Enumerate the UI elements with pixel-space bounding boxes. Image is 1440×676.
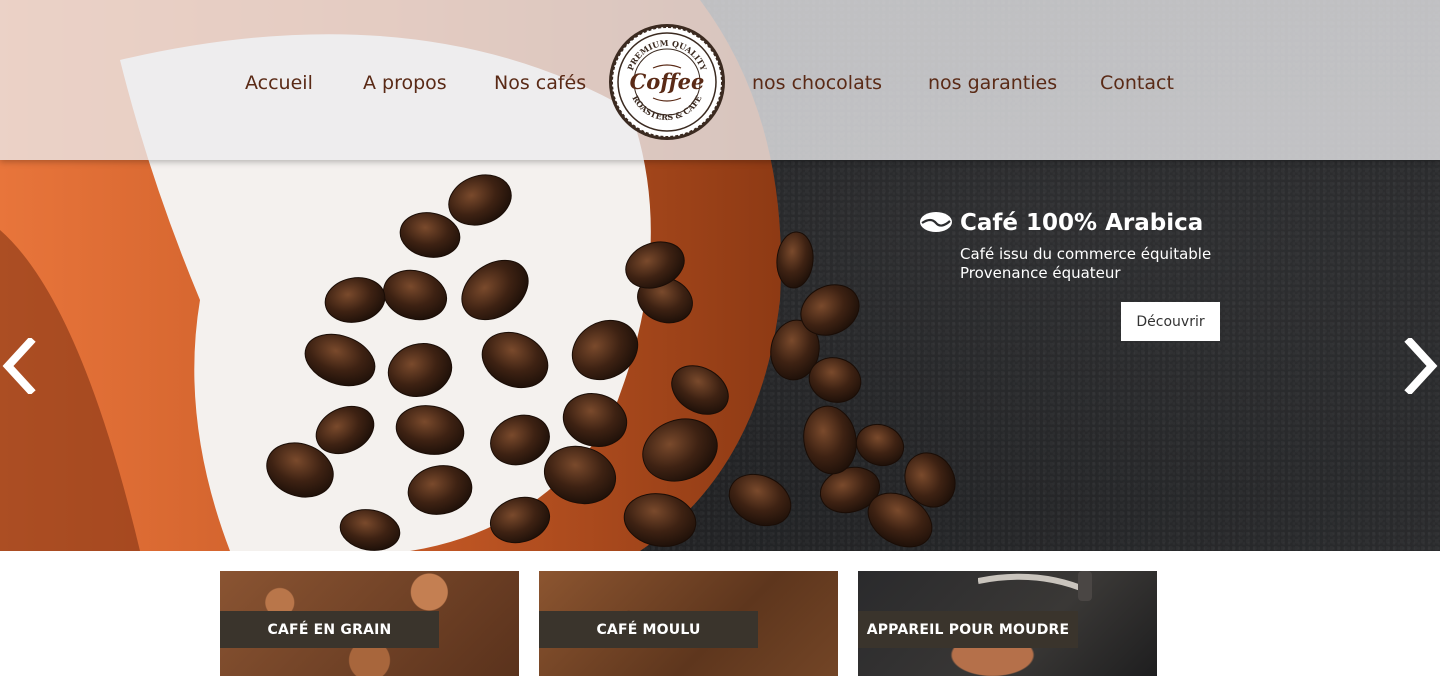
discover-button[interactable]: Découvrir: [1121, 302, 1220, 341]
slide-subtitle-1: Café issu du commerce équitable: [960, 245, 1212, 263]
grinder-handle-image: [978, 571, 1092, 601]
card-label: CAFÉ MOULU: [539, 611, 758, 648]
card-label: CAFÉ EN GRAIN: [220, 611, 439, 648]
coffee-logo[interactable]: PREMIUM QUALITY ROASTERS & CAFE Coffee: [607, 22, 727, 142]
nav-accueil[interactable]: Accueil: [245, 72, 313, 94]
chevron-left-icon[interactable]: [0, 338, 36, 394]
nav-nos-chocolats[interactable]: nos chocolats: [752, 72, 882, 94]
card-label: APPAREIL POUR MOUDRE: [858, 611, 1078, 648]
header-bar: Accueil A propos Nos cafés nos chocolats…: [0, 0, 1440, 160]
coffee-bean-icon: [920, 212, 952, 232]
nav-a-propos[interactable]: A propos: [363, 72, 447, 94]
chevron-right-icon[interactable]: [1404, 338, 1440, 394]
slide-title: Café 100% Arabica: [960, 210, 1204, 236]
slide-subtitle-2: Provenance équateur: [960, 264, 1121, 282]
card-cafe-en-grain[interactable]: CAFÉ EN GRAIN: [220, 571, 519, 676]
nav-nos-cafes[interactable]: Nos cafés: [494, 72, 586, 94]
logo-main-text: Coffee: [630, 69, 705, 94]
card-appareil-pour-moudre[interactable]: APPAREIL POUR MOUDRE: [858, 571, 1157, 676]
card-cafe-moulu[interactable]: CAFÉ MOULU: [539, 571, 838, 676]
nav-contact[interactable]: Contact: [1100, 72, 1174, 94]
nav-nos-garanties[interactable]: nos garanties: [928, 72, 1057, 94]
